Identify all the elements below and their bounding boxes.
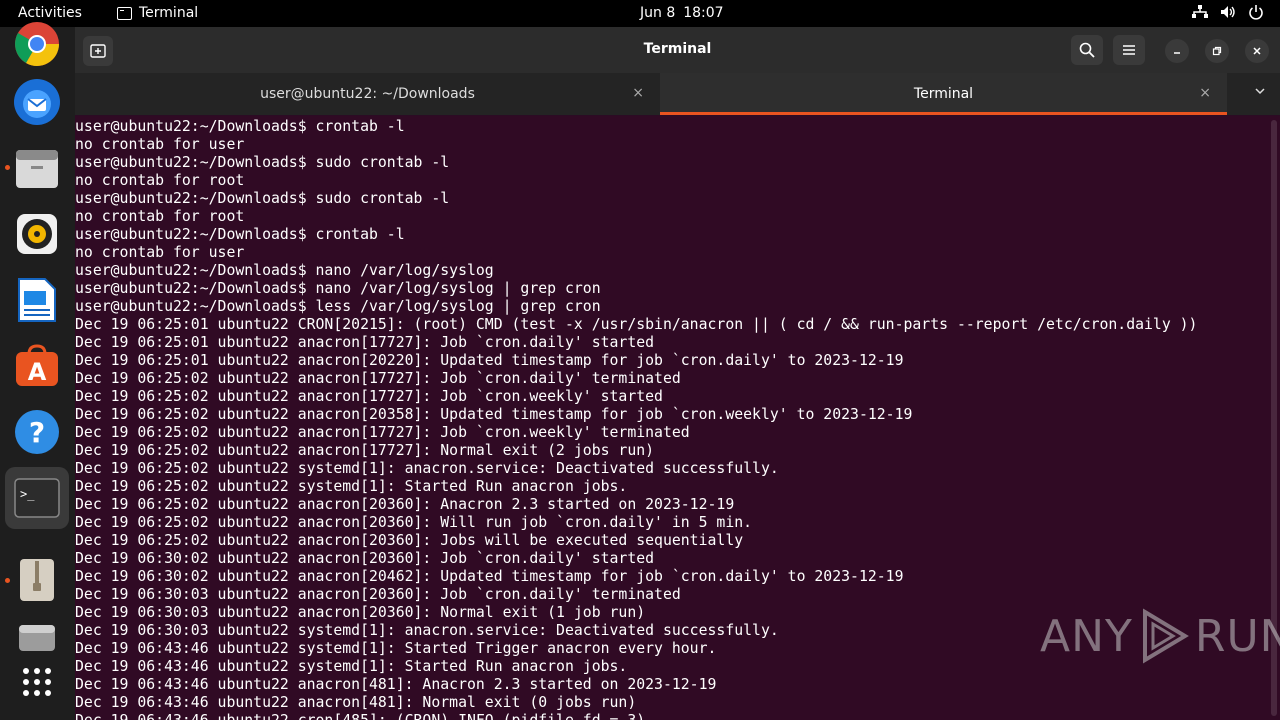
dock-item-archive-manager[interactable] (5, 549, 69, 611)
terminal-line: Dec 19 06:25:01 ubuntu22 CRON[20215]: (r… (75, 316, 1198, 333)
app-menu-label: Terminal (139, 5, 199, 21)
terminal-line: Dec 19 06:25:01 ubuntu22 anacron[20220]:… (75, 352, 904, 369)
terminal-line: Dec 19 06:25:02 ubuntu22 anacron[20360]:… (75, 532, 744, 549)
close-button[interactable] (1245, 39, 1269, 63)
terminal-line: Dec 19 06:30:03 ubuntu22 systemd[1]: ana… (75, 622, 779, 639)
clock-date: Jun 8 (640, 5, 676, 21)
power-icon[interactable] (1248, 4, 1264, 20)
writer-icon (18, 278, 56, 322)
tab-label: user@ubuntu22: ~/Downloads (260, 86, 475, 102)
terminal-line: no crontab for root (75, 172, 245, 189)
svg-text:?: ? (29, 416, 45, 449)
dock-item-help[interactable]: ? (5, 401, 69, 463)
terminal-line: user@ubuntu22:~/Downloads$ crontab -l (75, 226, 405, 243)
terminal-line: Dec 19 06:30:03 ubuntu22 anacron[20360]:… (75, 586, 681, 603)
terminal-line: Dec 19 06:25:02 ubuntu22 anacron[17727]:… (75, 442, 655, 459)
terminal-line: Dec 19 06:25:01 ubuntu22 anacron[17727]:… (75, 334, 655, 351)
tab-downloads[interactable]: user@ubuntu22: ~/Downloads × (75, 73, 660, 115)
grid-icon (23, 668, 51, 696)
watermark-right: RUN (1194, 610, 1280, 662)
terminal-line: no crontab for user (75, 244, 245, 261)
terminal-line: Dec 19 06:25:02 ubuntu22 anacron[17727]:… (75, 388, 663, 405)
terminal-line: Dec 19 06:25:02 ubuntu22 systemd[1]: ana… (75, 460, 779, 477)
tab-list-button[interactable] (1254, 85, 1266, 101)
active-tab-indicator (660, 112, 1227, 115)
menu-button[interactable] (1113, 35, 1145, 65)
volume-icon[interactable] (1220, 4, 1236, 20)
terminal-text: user@ubuntu22:~/Downloads$ crontab -l no … (75, 118, 1197, 720)
network-icon[interactable] (1192, 4, 1208, 20)
watermark-left: ANY (1040, 610, 1133, 662)
disk-icon (19, 625, 55, 651)
hamburger-icon (1123, 45, 1135, 55)
maximize-button[interactable] (1205, 39, 1229, 63)
tab-close-icon[interactable]: × (632, 85, 644, 101)
terminal-line: user@ubuntu22:~/Downloads$ less /var/log… (75, 298, 601, 315)
terminal-line: Dec 19 06:43:46 ubuntu22 systemd[1]: Sta… (75, 658, 628, 675)
app-center-icon: A (16, 344, 58, 386)
terminal-line: Dec 19 06:43:46 ubuntu22 anacron[481]: N… (75, 694, 637, 711)
restore-icon (1212, 46, 1222, 56)
terminal-line: Dec 19 06:30:03 ubuntu22 anacron[20360]:… (75, 604, 646, 621)
minimize-button[interactable] (1165, 39, 1189, 63)
clock-time: 18:07 (683, 5, 724, 21)
archive-icon (20, 559, 54, 601)
terminal-line: Dec 19 06:25:02 ubuntu22 anacron[20358]:… (75, 406, 913, 423)
terminal-line: user@ubuntu22:~/Downloads$ sudo crontab … (75, 190, 450, 207)
top-bar: Activities Terminal Jun 8 18:07 (0, 0, 1280, 27)
terminal-line: user@ubuntu22:~/Downloads$ nano /var/log… (75, 262, 494, 279)
dock-item-thunderbird[interactable] (5, 71, 69, 133)
thunderbird-icon (14, 79, 60, 125)
terminal-line: user@ubuntu22:~/Downloads$ nano /var/log… (75, 280, 601, 297)
svg-text:>_: >_ (20, 487, 35, 501)
terminal-line: user@ubuntu22:~/Downloads$ crontab -l (75, 118, 405, 135)
terminal-app-icon (117, 6, 132, 20)
tab-label: Terminal (913, 86, 974, 102)
chevron-down-icon (1255, 88, 1265, 95)
terminal-line: Dec 19 06:43:46 ubuntu22 cron[485]: (CRO… (75, 712, 1197, 720)
dock-item-chrome[interactable] (5, 13, 69, 75)
terminal-line: Dec 19 06:25:02 ubuntu22 systemd[1]: Sta… (75, 478, 628, 495)
header-bar: Terminal (75, 27, 1280, 73)
close-icon (1253, 47, 1261, 55)
chrome-icon (15, 22, 59, 66)
terminal-icon: >_ (14, 478, 60, 518)
dock-item-terminal[interactable]: >_ (5, 467, 69, 529)
dock-item-writer[interactable] (5, 269, 69, 331)
terminal-line: no crontab for user (75, 136, 245, 153)
terminal-line: Dec 19 06:43:46 ubuntu22 anacron[481]: A… (75, 676, 717, 693)
files-icon (16, 150, 58, 188)
minimize-icon (1174, 52, 1180, 54)
help-icon: ? (15, 410, 59, 454)
dock-item-app-center[interactable]: A (5, 335, 69, 397)
anyrun-watermark: ANY RUN (1040, 608, 1280, 664)
app-menu[interactable]: Terminal (117, 5, 198, 21)
dock-item-rhythmbox[interactable] (5, 203, 69, 265)
tab-terminal[interactable]: Terminal × (660, 73, 1227, 115)
terminal-line: Dec 19 06:30:02 ubuntu22 anacron[20360]:… (75, 550, 655, 567)
svg-text:A: A (28, 358, 47, 386)
show-apps-button[interactable] (5, 651, 69, 713)
terminal-line: Dec 19 06:25:02 ubuntu22 anacron[17727]:… (75, 424, 690, 441)
rhythmbox-icon (17, 214, 57, 254)
dock-item-files[interactable] (5, 137, 69, 199)
dock: A ? >_ (0, 22, 75, 720)
system-tray[interactable] (1192, 4, 1264, 20)
terminal-line: no crontab for root (75, 208, 245, 225)
tab-close-icon[interactable]: × (1199, 85, 1211, 101)
play-logo-icon (1142, 608, 1189, 664)
terminal-line: Dec 19 06:25:02 ubuntu22 anacron[17727]:… (75, 370, 681, 387)
terminal-line: Dec 19 06:25:02 ubuntu22 anacron[20360]:… (75, 496, 735, 513)
terminal-line: user@ubuntu22:~/Downloads$ sudo crontab … (75, 154, 450, 171)
terminal-line: Dec 19 06:43:46 ubuntu22 systemd[1]: Sta… (75, 640, 717, 657)
terminal-line: Dec 19 06:30:02 ubuntu22 anacron[20462]:… (75, 568, 904, 585)
tab-bar: user@ubuntu22: ~/Downloads × Terminal × (75, 73, 1280, 115)
clock[interactable]: Jun 8 18:07 (640, 5, 724, 21)
terminal-line: Dec 19 06:25:02 ubuntu22 anacron[20360]:… (75, 514, 753, 531)
search-icon (1079, 42, 1095, 58)
search-button[interactable] (1071, 35, 1103, 65)
